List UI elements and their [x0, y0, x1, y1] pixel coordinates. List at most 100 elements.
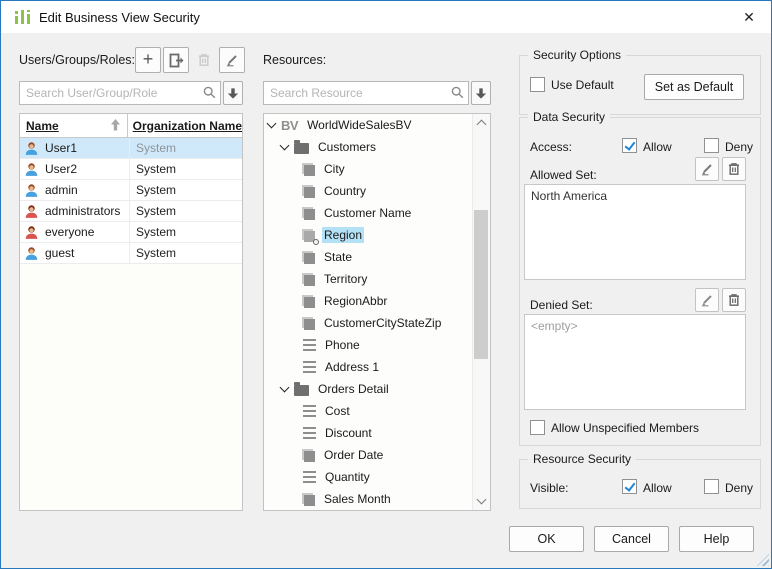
tree-item[interactable]: City — [264, 158, 473, 180]
tree-item[interactable]: Address 1 — [264, 356, 473, 378]
tree-item[interactable]: RegionAbbr — [264, 290, 473, 312]
resize-grip[interactable] — [757, 554, 769, 566]
tree-item[interactable]: BVWorldWideSalesBV — [264, 114, 473, 136]
table-row[interactable]: everyone System — [20, 222, 242, 243]
detail-field-icon — [303, 405, 316, 417]
allow-unspecified-members-label: Allow Unspecified Members — [551, 421, 699, 435]
tree-item[interactable]: Cost — [264, 400, 473, 422]
tree-item[interactable]: Discount — [264, 422, 473, 444]
scroll-down-icon[interactable] — [473, 493, 489, 509]
scroll-up-icon[interactable] — [473, 115, 489, 131]
chevron-down-icon[interactable] — [267, 119, 277, 129]
tree-item[interactable]: State — [264, 246, 473, 268]
user-red-icon — [24, 204, 39, 219]
edit-denied-set-button[interactable] — [695, 288, 719, 312]
chevron-down-icon[interactable] — [280, 383, 290, 393]
tree-item[interactable]: Country — [264, 180, 473, 202]
edit-user-button[interactable] — [219, 47, 245, 73]
tree-item[interactable]: Orders Detail — [264, 378, 473, 400]
users-toolbar: + — [135, 47, 245, 73]
use-default-label: Use Default — [551, 78, 614, 92]
visible-allow-label: Allow — [643, 481, 672, 495]
use-default-checkbox[interactable] — [530, 77, 545, 92]
resources-search-options-button[interactable] — [471, 81, 491, 105]
tree-item-selected[interactable]: Region — [264, 224, 473, 246]
resource-security-group: Resource Security Visible: Allow Deny — [519, 459, 761, 509]
resources-tree: BVWorldWideSalesBV Customers City Countr… — [263, 113, 491, 511]
users-panel-label: Users/Groups/Roles: — [19, 53, 135, 67]
users-table-header: Name Organization Name — [20, 114, 242, 138]
dimension-field-icon — [304, 319, 315, 330]
user-red-icon — [24, 225, 39, 240]
tree-item[interactable]: Customers — [264, 136, 473, 158]
access-deny-label: Deny — [725, 140, 753, 154]
resources-panel-label: Resources: — [263, 53, 326, 67]
allowed-set-label: Allowed Set: — [530, 168, 597, 182]
sort-ascending-icon — [110, 119, 121, 131]
tree-item[interactable]: Quantity — [264, 466, 473, 488]
ok-button[interactable]: OK — [509, 526, 584, 552]
table-row[interactable]: administrators System — [20, 201, 242, 222]
help-button[interactable]: Help — [679, 526, 754, 552]
detail-field-icon — [303, 427, 316, 439]
down-arrow-icon — [475, 87, 487, 100]
column-header-name[interactable]: Name — [20, 114, 128, 137]
chevron-down-icon[interactable] — [280, 141, 290, 151]
dimension-field-icon — [304, 297, 315, 308]
scrollbar-thumb[interactable] — [474, 210, 488, 359]
edit-allowed-set-button[interactable] — [695, 157, 719, 181]
delete-icon — [727, 293, 741, 307]
cancel-button[interactable]: Cancel — [594, 526, 669, 552]
access-deny-checkbox[interactable] — [704, 138, 719, 153]
export-user-button[interactable] — [163, 47, 189, 73]
visible-deny-checkbox[interactable] — [704, 479, 719, 494]
set-as-default-button[interactable]: Set as Default — [644, 74, 744, 100]
users-search-options-button[interactable] — [223, 81, 243, 105]
dimension-field-icon — [304, 275, 315, 286]
title-bar: Edit Business View Security ✕ — [1, 1, 771, 33]
table-row[interactable]: guest System — [20, 243, 242, 264]
table-row[interactable]: User1 System — [20, 138, 242, 159]
tree-scrollbar[interactable] — [472, 114, 490, 510]
table-row[interactable]: User2 System — [20, 159, 242, 180]
tree-item[interactable]: CustomerCityStateZip — [264, 312, 473, 334]
data-security-group: Data Security Access: Allow Deny Allowed… — [519, 117, 761, 446]
dimension-field-icon — [304, 253, 315, 264]
visible-label: Visible: — [530, 481, 568, 495]
search-icon — [451, 86, 464, 99]
delete-denied-set-button[interactable] — [722, 288, 746, 312]
close-icon[interactable]: ✕ — [736, 7, 762, 27]
user-blue-icon — [24, 183, 39, 198]
export-icon — [169, 53, 184, 68]
folder-icon — [294, 143, 309, 154]
visible-deny-label: Deny — [725, 481, 753, 495]
tree-item[interactable]: Customer Name — [264, 202, 473, 224]
access-allow-checkbox[interactable] — [622, 138, 637, 153]
add-icon: + — [143, 52, 154, 66]
dimension-field-secured-icon — [304, 231, 315, 242]
access-allow-label: Allow — [643, 140, 672, 154]
tree-item[interactable]: Phone — [264, 334, 473, 356]
add-user-button[interactable]: + — [135, 47, 161, 73]
tree-item[interactable]: Order Date — [264, 444, 473, 466]
tree-item[interactable]: Territory — [264, 268, 473, 290]
tree-item[interactable]: Sales Month — [264, 488, 473, 510]
users-search — [19, 81, 243, 105]
dimension-field-icon — [304, 187, 315, 198]
business-view-icon: BV — [281, 118, 298, 133]
allow-unspecified-members-checkbox[interactable] — [530, 420, 545, 435]
denied-set-value[interactable]: <empty> — [524, 314, 746, 410]
delete-allowed-set-button[interactable] — [722, 157, 746, 181]
dimension-field-icon — [304, 165, 315, 176]
search-icon — [203, 86, 216, 99]
search-user-input[interactable] — [19, 81, 221, 105]
delete-icon — [197, 53, 211, 67]
users-table: Name Organization Name User1 System User… — [19, 113, 243, 511]
visible-allow-checkbox[interactable] — [622, 479, 637, 494]
edit-business-view-security-dialog: Edit Business View Security ✕ Users/Grou… — [0, 0, 772, 569]
search-resource-input[interactable] — [263, 81, 469, 105]
data-security-legend: Data Security — [528, 110, 610, 124]
column-header-organization[interactable]: Organization Name — [128, 114, 242, 137]
table-row[interactable]: admin System — [20, 180, 242, 201]
allowed-set-value[interactable]: North America — [524, 184, 746, 280]
